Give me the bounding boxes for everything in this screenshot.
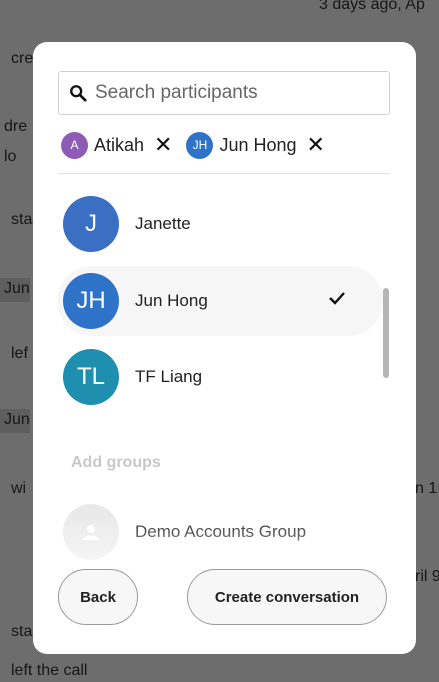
group-avatar xyxy=(63,504,119,560)
participant-name: Janette xyxy=(135,214,191,233)
participant-row-jun-hong[interactable]: JH Jun Hong xyxy=(57,266,383,336)
participant-row-tf-liang[interactable]: TL TF Liang xyxy=(57,342,383,412)
selected-participants: A Atikah ✕ JH Jun Hong ✕ xyxy=(61,130,339,160)
groups-header: Add groups xyxy=(71,454,161,471)
search-input[interactable] xyxy=(95,82,375,104)
remove-chip-icon[interactable]: ✕ xyxy=(307,134,325,156)
group-name: Demo Accounts Group xyxy=(135,522,307,541)
remove-chip-icon[interactable]: ✕ xyxy=(154,134,172,156)
search-box[interactable] xyxy=(58,71,390,115)
checkmark-icon xyxy=(329,292,345,305)
avatar: JH xyxy=(63,273,119,329)
avatar: J xyxy=(63,196,119,252)
chip-avatar: A xyxy=(61,131,88,159)
new-conversation-dialog: A Atikah ✕ JH Jun Hong ✕ J Janette JH Ju… xyxy=(33,42,416,654)
scrollbar[interactable] xyxy=(383,288,389,378)
chip-jun-hong: JH Jun Hong ✕ xyxy=(186,131,325,159)
back-button[interactable]: Back xyxy=(58,569,138,625)
participant-name: TF Liang xyxy=(135,367,203,386)
avatar: TL xyxy=(63,349,119,405)
search-icon xyxy=(70,85,87,102)
chip-label: Atikah xyxy=(94,134,145,155)
chip-atikah: A Atikah ✕ xyxy=(61,131,172,159)
participant-row-janette[interactable]: J Janette xyxy=(57,189,383,259)
chip-label: Jun Hong xyxy=(219,134,297,155)
chip-avatar: JH xyxy=(186,131,214,159)
divider xyxy=(58,173,390,174)
create-conversation-button[interactable]: Create conversation xyxy=(187,569,387,625)
group-icon xyxy=(83,525,99,540)
participant-name: Jun Hong xyxy=(135,291,208,310)
group-row-demo-accounts[interactable]: Demo Accounts Group xyxy=(57,497,383,567)
